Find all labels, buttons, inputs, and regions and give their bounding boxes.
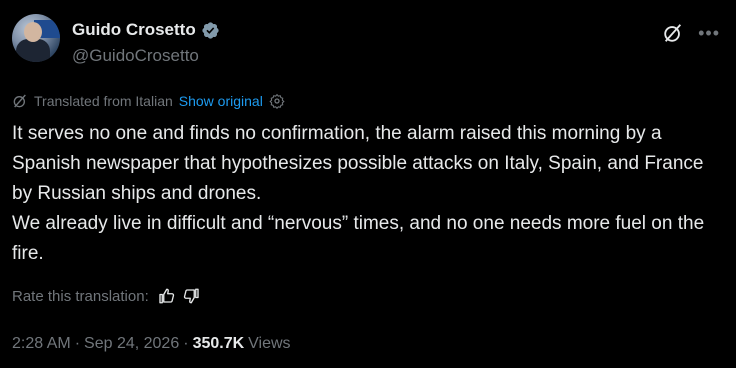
avatar-body — [16, 39, 50, 62]
tweet-date[interactable]: Sep 24, 2026 — [84, 335, 179, 353]
thumbs-up-icon[interactable] — [157, 287, 175, 305]
author-name-row: Guido Crosetto — [72, 20, 220, 40]
meta-separator: · — [183, 335, 189, 352]
top-actions: ••• — [662, 22, 720, 44]
author-handle[interactable]: @GuidoCrosetto — [72, 46, 199, 66]
rate-translation: Rate this translation: — [12, 287, 201, 305]
settings-icon[interactable] — [269, 93, 285, 109]
tweet-paragraph-2: We already live in difficult and “nervou… — [12, 213, 705, 264]
translated-label: Translated from Italian — [34, 93, 173, 109]
tweet-text: It serves no one and finds no confirmati… — [12, 119, 724, 269]
avatar-head — [24, 22, 42, 42]
show-original-link[interactable]: Show original — [179, 93, 263, 109]
more-icon[interactable]: ••• — [698, 24, 720, 42]
avatar[interactable] — [12, 14, 60, 62]
translate-icon — [13, 94, 26, 108]
tweet-meta: 2:28 AM · Sep 24, 2026 · 350.7K Views — [12, 335, 291, 353]
tweet-time[interactable]: 2:28 AM — [12, 335, 71, 353]
grok-icon[interactable] — [662, 22, 684, 44]
views-label: Views — [248, 335, 291, 352]
translation-notice: Translated from Italian Show original — [12, 93, 285, 109]
thumbs-down-icon[interactable] — [183, 287, 201, 305]
verified-badge-icon[interactable] — [201, 21, 220, 40]
views-count: 350.7K — [192, 335, 245, 352]
rate-label: Rate this translation: — [12, 287, 149, 305]
author-name[interactable]: Guido Crosetto — [72, 20, 196, 40]
tweet-paragraph-1: It serves no one and finds no confirmati… — [12, 123, 704, 204]
meta-separator: · — [74, 335, 81, 352]
